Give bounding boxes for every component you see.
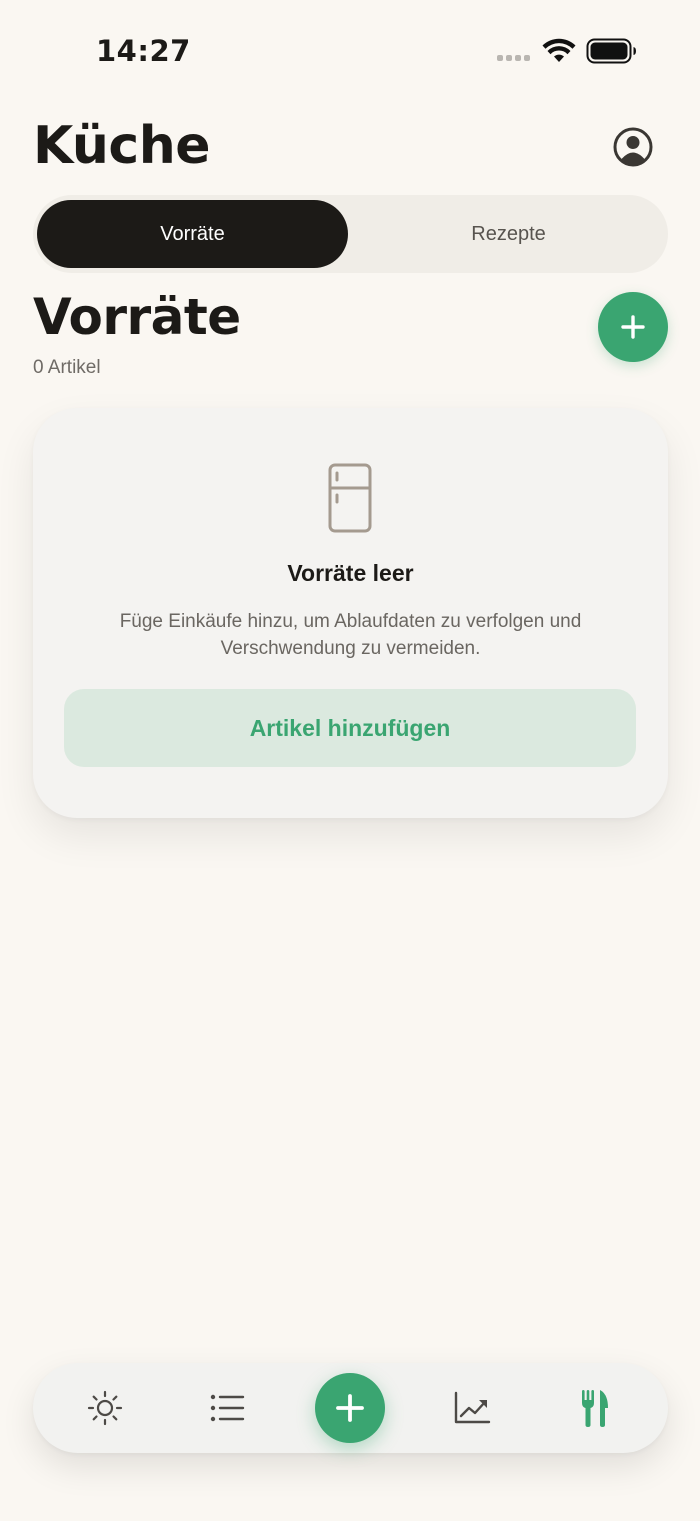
fork-knife-icon bbox=[582, 1390, 608, 1427]
add-article-button[interactable]: Artikel hinzufügen bbox=[64, 689, 636, 767]
fridge-icon bbox=[328, 463, 372, 533]
status-bar: 14:27 bbox=[0, 0, 700, 100]
empty-state-card: Vorräte leer Füge Einkäufe hinzu, um Abl… bbox=[33, 408, 668, 818]
bottom-tab-bar bbox=[33, 1363, 668, 1453]
chart-trend-icon bbox=[454, 1391, 491, 1424]
cellular-signal-icon bbox=[497, 55, 530, 61]
battery-icon bbox=[586, 38, 636, 64]
tab-statistics[interactable] bbox=[449, 1385, 495, 1431]
tab-today[interactable] bbox=[82, 1385, 128, 1431]
empty-state-description: Füge Einkäufe hinzu, um Ablaufdaten zu v… bbox=[73, 608, 628, 662]
segmented-control: Vorräte Rezepte bbox=[33, 195, 668, 273]
status-time: 14:27 bbox=[96, 34, 191, 68]
list-icon bbox=[210, 1394, 245, 1422]
wifi-icon bbox=[542, 38, 576, 62]
section-title: Vorräte bbox=[33, 288, 241, 346]
person-circle-icon bbox=[613, 127, 653, 167]
profile-button[interactable] bbox=[612, 126, 654, 168]
tab-add-button[interactable] bbox=[315, 1373, 385, 1443]
plus-icon bbox=[336, 1394, 364, 1422]
tab-kitchen[interactable] bbox=[572, 1385, 618, 1431]
empty-state-description-line: Verschwendung zu vermeiden. bbox=[220, 638, 481, 659]
tab-rezepte[interactable]: Rezepte bbox=[353, 200, 664, 268]
sun-icon bbox=[87, 1390, 123, 1426]
tab-list[interactable] bbox=[205, 1385, 251, 1431]
plus-icon bbox=[621, 315, 645, 339]
empty-state-description-line: Füge Einkäufe hinzu, um Ablaufdaten zu v… bbox=[119, 611, 582, 632]
empty-state-title: Vorräte leer bbox=[287, 560, 414, 586]
page-title: Küche bbox=[33, 116, 211, 176]
add-item-button[interactable] bbox=[598, 292, 668, 362]
item-count: 0 Artikel bbox=[33, 357, 101, 378]
tab-vorraete[interactable]: Vorräte bbox=[37, 200, 348, 268]
